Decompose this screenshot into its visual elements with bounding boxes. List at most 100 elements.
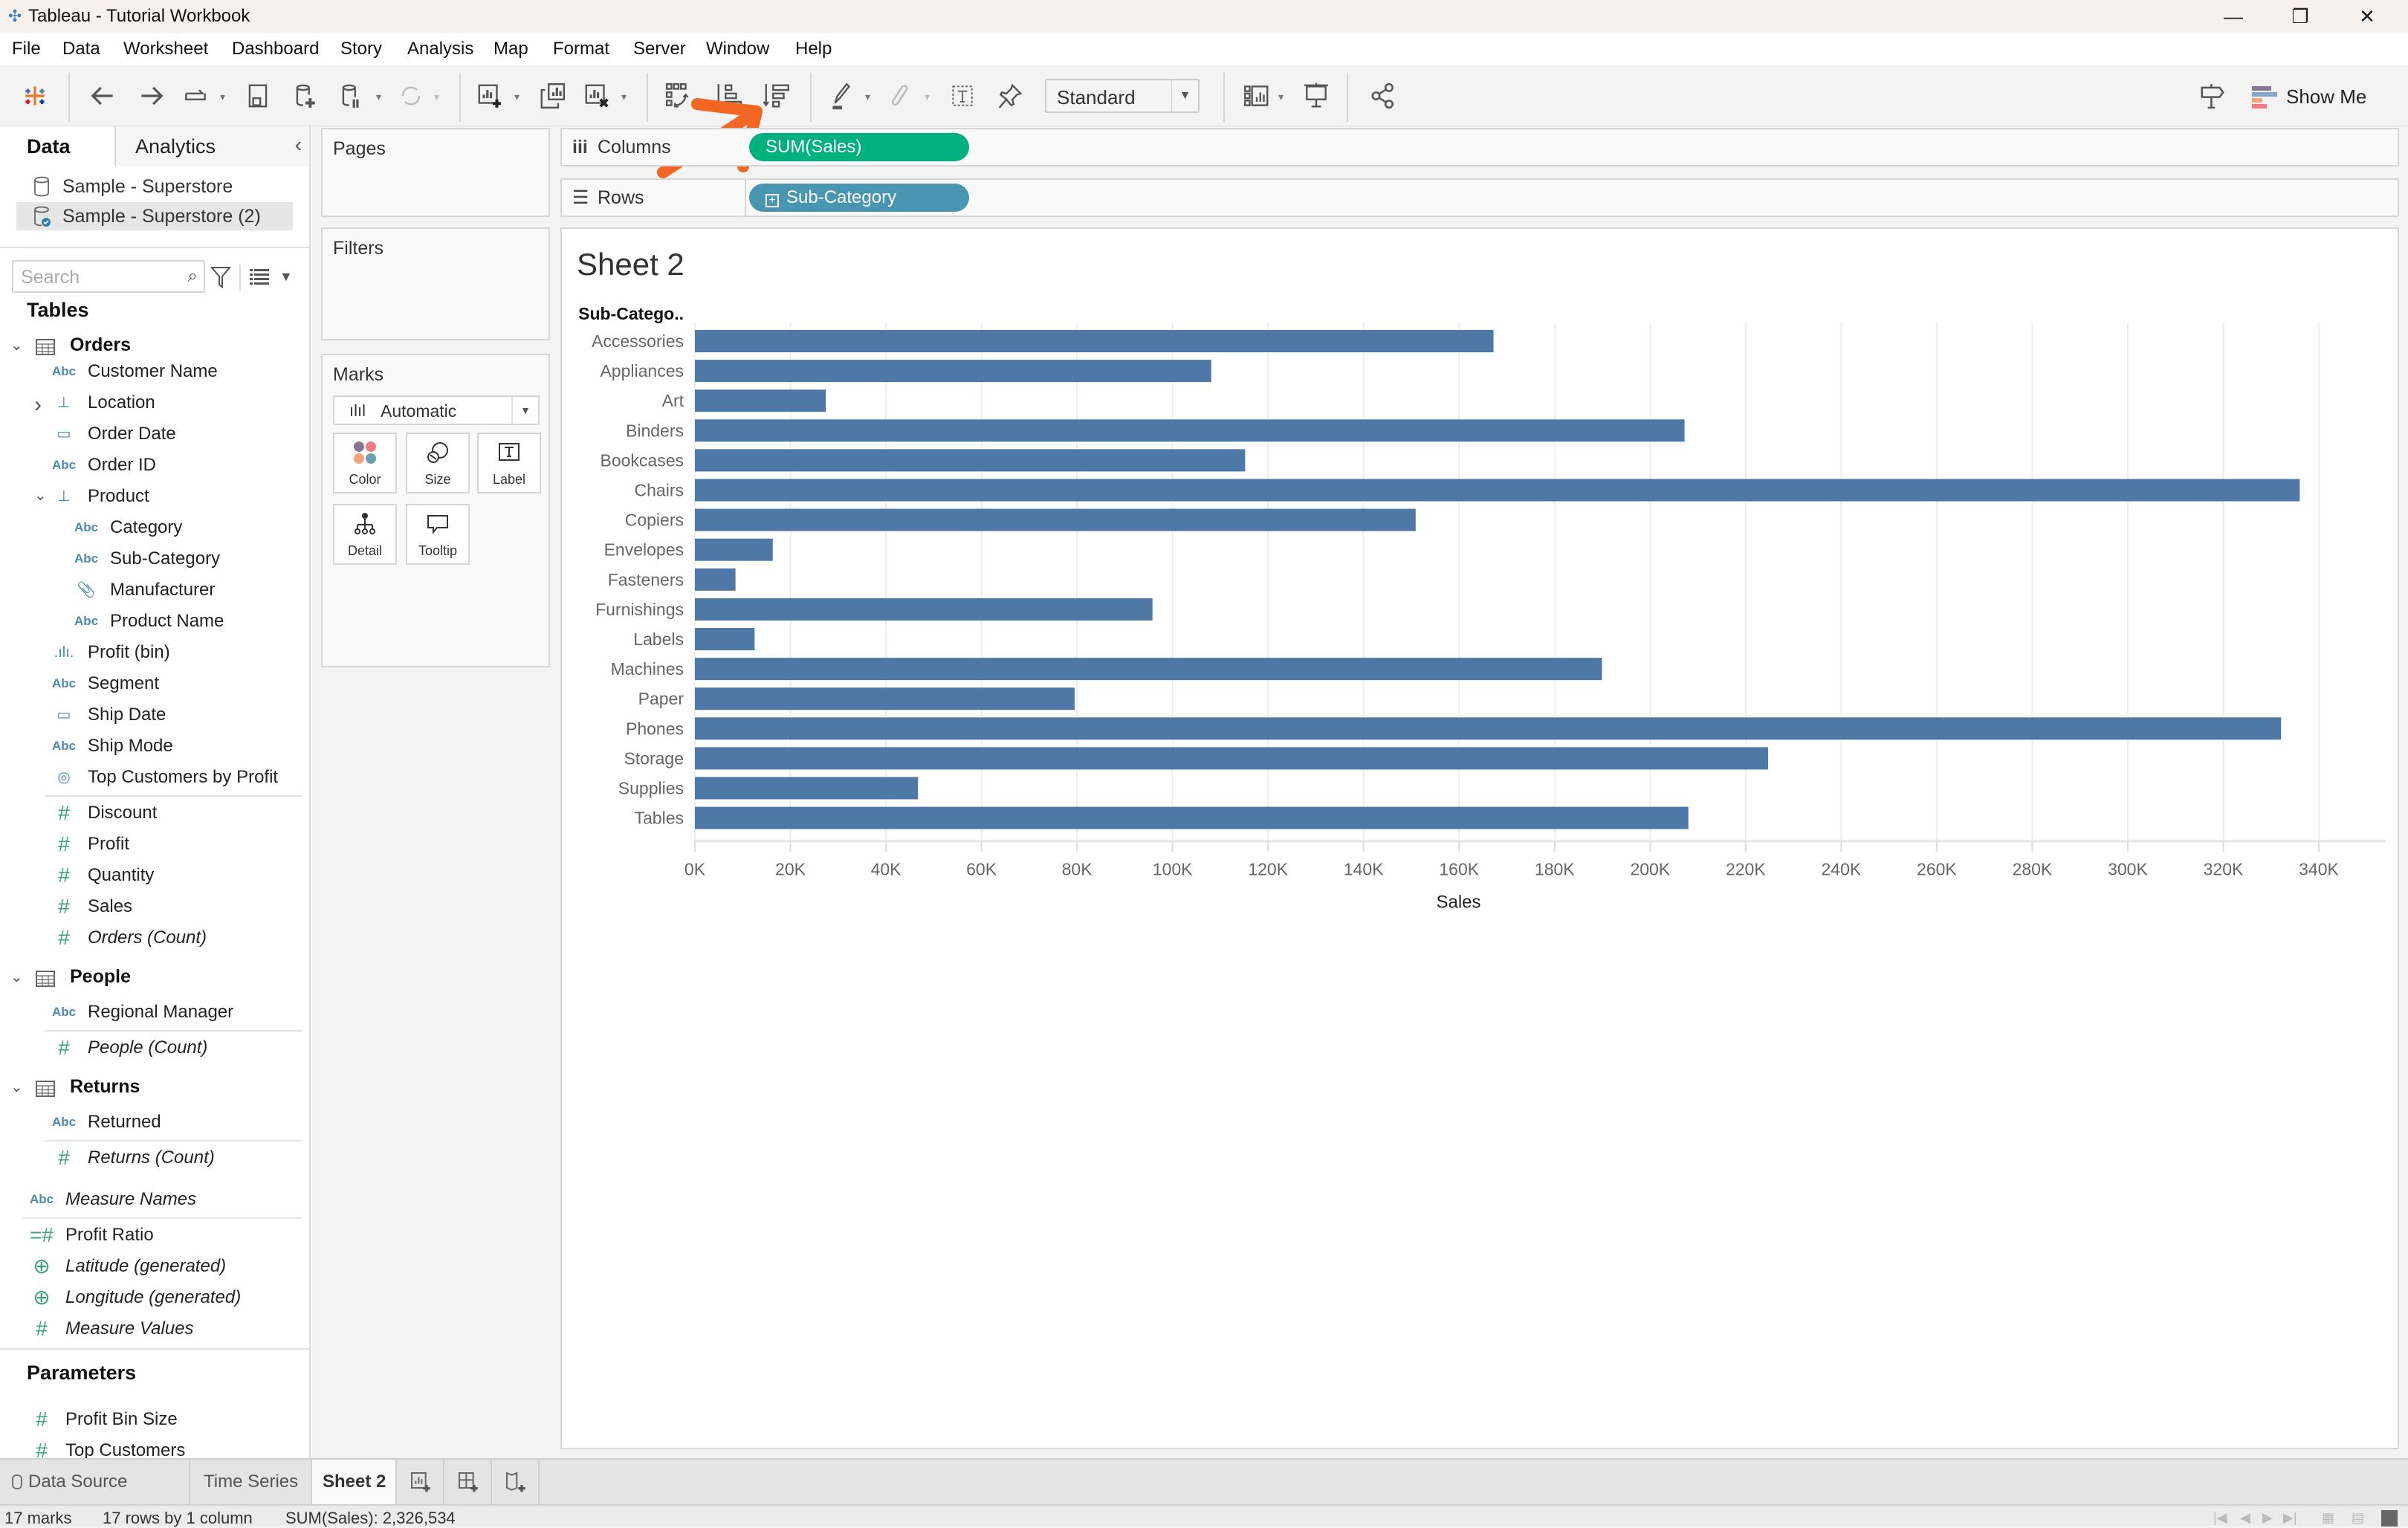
field-item[interactable]: ⊥ Location [49, 388, 297, 418]
presentation-mode-icon[interactable] [1299, 79, 1333, 113]
collapse-chevron-icon[interactable]: ⌄ [10, 968, 23, 986]
field-item[interactable]: # Top Customers [27, 1436, 297, 1458]
minimize-button[interactable]: — [2200, 0, 2267, 33]
bar[interactable] [695, 479, 2300, 502]
search-field[interactable]: ⌕ [12, 260, 205, 293]
redo-icon[interactable] [134, 79, 168, 113]
next-sheet-icon[interactable]: ▶ [2262, 1510, 2273, 1526]
tab-data-source[interactable]: Data Source [0, 1460, 190, 1504]
menu-analysis[interactable]: Analysis [407, 39, 473, 59]
last-sheet-icon[interactable]: ▶| [2283, 1510, 2297, 1526]
color-button[interactable]: Color [333, 433, 397, 493]
fit-dropdown-arrow-icon[interactable]: ▼ [1171, 80, 1198, 111]
table-orders[interactable]: Orders [70, 334, 131, 356]
new-worksheet-dropdown-caret[interactable]: ▾ [514, 91, 525, 103]
table-people[interactable]: People [70, 966, 131, 988]
bar[interactable] [695, 806, 1689, 829]
duplicate-sheet-icon[interactable] [535, 79, 569, 113]
pause-dropdown-caret[interactable]: ▾ [376, 91, 386, 103]
menu-data[interactable]: Data [62, 39, 100, 59]
view-list-icon[interactable] [248, 268, 271, 287]
bar[interactable] [695, 717, 2282, 740]
field-item[interactable]: # Discount [49, 798, 297, 828]
pause-auto-updates-icon[interactable] [334, 79, 369, 113]
field-item[interactable]: # Quantity [49, 861, 297, 890]
bar[interactable] [695, 658, 1602, 681]
sum-sales-pill[interactable]: SUM(Sales) [749, 133, 969, 161]
size-button[interactable]: Size [406, 433, 470, 493]
show-filmstrip-icon[interactable]: ▤ [2352, 1510, 2364, 1526]
show-cards-dropdown-caret[interactable]: ▾ [1278, 91, 1289, 103]
bar[interactable] [695, 419, 1685, 442]
expand-chevron-icon[interactable]: › [34, 392, 42, 418]
clear-sheet-dropdown-caret[interactable]: ▾ [621, 91, 632, 103]
field-item[interactable]: # Measure Values [27, 1314, 297, 1344]
field-item[interactable]: Abc Ship Mode [49, 731, 297, 761]
show-tabs-icon[interactable] [2381, 1510, 2398, 1527]
close-button[interactable]: ✕ [2334, 0, 2401, 33]
collapse-chevron-icon[interactable]: ⌄ [10, 1078, 23, 1096]
field-item[interactable]: .ılı. Profit (bin) [49, 638, 297, 667]
bar[interactable] [695, 747, 1769, 770]
share-icon[interactable] [1366, 79, 1400, 113]
field-item[interactable]: Abc Sub-Category [71, 544, 297, 574]
field-item[interactable]: =# Profit Ratio [27, 1220, 297, 1250]
show-mark-labels-icon[interactable] [945, 79, 980, 113]
menu-file[interactable]: File [12, 39, 41, 59]
new-worksheet-tab-button[interactable] [398, 1460, 444, 1504]
replay-dropdown-caret[interactable]: ▾ [220, 91, 230, 103]
bar[interactable] [695, 389, 826, 412]
columns-shelf[interactable]: iii Columns SUM(Sales) [560, 128, 2399, 166]
field-item[interactable]: Abc Measure Names [27, 1185, 297, 1214]
label-button[interactable]: Label [477, 433, 541, 493]
menu-help[interactable]: Help [795, 39, 832, 59]
bar[interactable] [695, 568, 736, 591]
field-item[interactable]: ⊕ Latitude (generated) [27, 1252, 297, 1281]
field-item[interactable]: # Sales [49, 892, 297, 922]
filters-card[interactable]: Filters [321, 227, 550, 340]
table-returns[interactable]: Returns [70, 1076, 140, 1098]
mark-type-dropdown[interactable]: ılıl Automatic ▼ [333, 395, 540, 425]
menu-story[interactable]: Story [340, 39, 382, 59]
bar[interactable] [695, 449, 1246, 472]
rows-shelf[interactable]: ☰ Rows + Sub-Category [560, 178, 2399, 217]
field-item[interactable]: Abc Product Name [71, 606, 297, 636]
field-item[interactable]: ⊕ Longitude (generated) [27, 1283, 297, 1312]
tab-analytics[interactable]: Analytics ‹ [114, 126, 309, 166]
field-item[interactable]: # Profit [49, 829, 297, 859]
replay-animation-icon[interactable] [178, 79, 213, 113]
restore-button[interactable]: ❐ [2267, 0, 2334, 33]
fix-axes-icon[interactable] [993, 79, 1027, 113]
group-dropdown-caret[interactable]: ▾ [925, 91, 935, 103]
collapse-chevron-icon[interactable]: ⌄ [10, 336, 23, 355]
show-cards-icon[interactable] [1240, 79, 1274, 113]
group-members-icon[interactable] [884, 79, 919, 113]
field-item[interactable]: Abc Customer Name [49, 357, 297, 386]
bar[interactable] [695, 598, 1153, 621]
bar[interactable] [695, 330, 1494, 352]
new-worksheet-icon[interactable] [473, 79, 507, 113]
collapse-pane-icon[interactable]: ‹ [295, 126, 302, 164]
menu-window[interactable]: Window [706, 39, 769, 59]
highlight-icon[interactable] [825, 79, 859, 113]
detail-button[interactable]: Detail [333, 504, 397, 565]
menu-server[interactable]: Server [633, 39, 686, 59]
field-item[interactable]: ⊥ Product [49, 482, 297, 511]
refresh-dropdown-caret[interactable]: ▾ [434, 91, 444, 103]
field-item[interactable]: 📎 Manufacturer [71, 575, 297, 605]
tab-data[interactable]: Data [0, 126, 114, 166]
sub-category-pill[interactable]: + Sub-Category [749, 184, 969, 212]
field-item[interactable]: Abc Regional Manager [49, 997, 297, 1027]
field-item[interactable]: ▭ Ship Date [49, 700, 297, 730]
tab-time-series[interactable]: Time Series [190, 1460, 312, 1504]
bar[interactable] [695, 777, 919, 800]
filter-icon[interactable] [210, 265, 232, 290]
bar[interactable] [695, 508, 1416, 531]
save-icon[interactable] [241, 79, 275, 113]
show-sheet-sorter-icon[interactable]: ▦ [2322, 1510, 2334, 1526]
show-me-button[interactable]: Show Me [2252, 80, 2366, 113]
sort-ascending-icon[interactable] [712, 79, 746, 113]
menu-map[interactable]: Map [493, 39, 528, 59]
view-dropdown-caret[interactable]: ▼ [279, 269, 293, 285]
tableau-home-icon[interactable] [18, 79, 52, 113]
